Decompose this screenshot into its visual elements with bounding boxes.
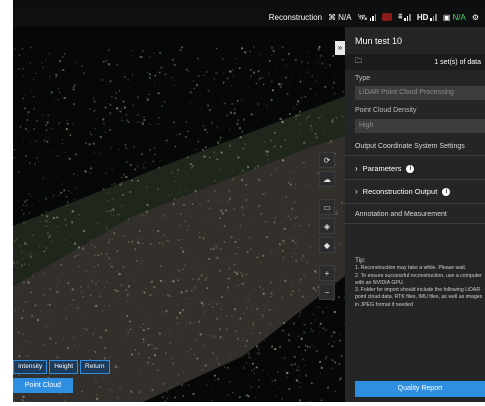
square-view-icon[interactable]: ▭ bbox=[319, 199, 335, 215]
app-window: Reconstruction ⌘ N/A 🛰 ⩩ HD ▣ N/A ⚙ » Mu… bbox=[0, 0, 485, 406]
antenna-icon: ⩩ bbox=[398, 12, 403, 21]
zoom-in-icon[interactable]: + bbox=[319, 265, 335, 281]
type-label: Type bbox=[355, 75, 371, 82]
tip-title: Tip: bbox=[355, 257, 366, 264]
collapse-panel-icon[interactable]: » bbox=[335, 41, 345, 55]
rtk-icon: ⌘ bbox=[328, 12, 337, 22]
rtk-value: N/A bbox=[338, 12, 352, 22]
tab-height[interactable]: Height bbox=[49, 360, 79, 374]
annotation-label[interactable]: Annotation and Measurement bbox=[355, 211, 447, 218]
bottom-edge bbox=[0, 402, 485, 406]
tab-intensity[interactable]: Intensity bbox=[13, 360, 48, 374]
hd-signal-bars bbox=[430, 13, 437, 21]
rtk-status: ⌘ N/A bbox=[328, 13, 351, 22]
density-field[interactable]: High bbox=[355, 119, 485, 133]
tab-return[interactable]: Return bbox=[80, 360, 110, 374]
mode-label: Reconstruction bbox=[268, 12, 323, 22]
camera-icon: ▣ bbox=[442, 12, 451, 22]
quality-report-button[interactable]: Quality Report bbox=[355, 381, 485, 397]
link-signal-bars bbox=[404, 13, 411, 21]
divider bbox=[345, 155, 485, 156]
data-set-row[interactable]: 🗀 1 set(s) of data bbox=[345, 54, 485, 70]
left-edge bbox=[0, 0, 13, 406]
type-field[interactable]: LiDAR Point Cloud Processing bbox=[355, 86, 485, 100]
density-label: Point Cloud Density bbox=[355, 107, 417, 114]
chevron-right-icon: › bbox=[355, 164, 358, 173]
data-count: 1 set(s) of data bbox=[434, 58, 481, 66]
output-coordinate-label: Output Coordinate System Settings bbox=[355, 143, 465, 150]
tip-line: 2. To ensure successful reconstruction, … bbox=[355, 272, 482, 286]
reconstruction-output-label: Reconstruction Output bbox=[362, 187, 438, 196]
link-status: ⩩ bbox=[398, 12, 411, 22]
rotate-icon[interactable]: ⟳ bbox=[319, 152, 335, 168]
tip-line: 3. Folder for import should include the … bbox=[355, 287, 483, 308]
recording-indicator bbox=[382, 13, 393, 21]
divider bbox=[345, 223, 485, 224]
satellite-signal-icon: 🛰 bbox=[357, 12, 368, 22]
point-cloud-render bbox=[13, 46, 345, 402]
top-status-bar: Reconstruction ⌘ N/A 🛰 ⩩ HD ▣ N/A ⚙ bbox=[13, 7, 485, 27]
point-cloud-button[interactable]: Point Cloud bbox=[13, 378, 73, 393]
viewport-toolbar: ⟳ ☁ ▭ ◈ ◆ + − bbox=[319, 152, 335, 303]
folder-icon: 🗀 bbox=[355, 57, 362, 65]
camera-value: N/A bbox=[452, 12, 466, 22]
reconstruction-panel: » Mun test 10 🗀 1 set(s) of data Type Li… bbox=[335, 27, 485, 402]
tip-line: 1. Reconstruction may take a while. Plea… bbox=[355, 265, 467, 272]
info-icon[interactable]: i bbox=[406, 164, 415, 173]
display-mode-tabs: Intensity Height Return bbox=[13, 360, 110, 374]
satellite-status: 🛰 bbox=[357, 12, 377, 22]
point-cloud-viewport[interactable] bbox=[13, 26, 345, 402]
mission-title: Mun test 10 bbox=[355, 36, 403, 46]
parameters-expander[interactable]: › Parameters i bbox=[355, 164, 415, 173]
reconstruction-output-expander[interactable]: › Reconstruction Output i bbox=[355, 187, 451, 196]
divider bbox=[345, 203, 485, 204]
cube-icon[interactable]: ◈ bbox=[319, 218, 335, 234]
gear-icon[interactable]: ⚙ bbox=[472, 13, 479, 22]
hd-status: HD bbox=[417, 13, 437, 22]
zoom-out-icon[interactable]: − bbox=[319, 284, 335, 300]
info-icon[interactable]: i bbox=[442, 187, 451, 196]
parameters-label: Parameters bbox=[362, 164, 402, 173]
hd-label: HD bbox=[416, 12, 429, 22]
camera-status: ▣ N/A bbox=[443, 13, 466, 22]
tip-block: Tip: 1. Reconstruction may take a while.… bbox=[355, 257, 485, 309]
cloud-icon[interactable]: ☁ bbox=[319, 171, 335, 187]
signal-bars bbox=[369, 13, 377, 21]
chevron-right-icon: › bbox=[355, 187, 358, 196]
solid-cube-icon[interactable]: ◆ bbox=[319, 237, 335, 253]
divider bbox=[345, 179, 485, 180]
